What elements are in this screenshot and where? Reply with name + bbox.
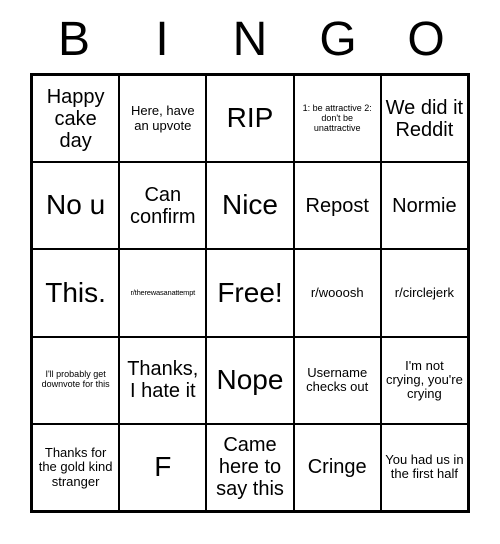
header-letter-i: I bbox=[118, 12, 206, 67]
bingo-cell[interactable]: Nice bbox=[206, 162, 293, 249]
bingo-cell[interactable]: We did it Reddit bbox=[381, 75, 468, 162]
bingo-cell[interactable]: Happy cake day bbox=[32, 75, 119, 162]
bingo-cell[interactable]: You had us in the first half bbox=[381, 424, 468, 511]
header-letter-o: O bbox=[382, 12, 470, 67]
bingo-grid: Happy cake day Here, have an upvote RIP … bbox=[30, 73, 470, 513]
bingo-cell[interactable]: r/circlejerk bbox=[381, 249, 468, 336]
bingo-cell[interactable]: r/therewasanattempt bbox=[119, 249, 206, 336]
bingo-cell[interactable]: No u bbox=[32, 162, 119, 249]
bingo-cell[interactable]: Normie bbox=[381, 162, 468, 249]
bingo-cell[interactable]: F bbox=[119, 424, 206, 511]
bingo-header-row: B I N G O bbox=[30, 12, 470, 67]
bingo-cell[interactable]: I'm not crying, you're crying bbox=[381, 337, 468, 424]
bingo-cell[interactable]: Can confirm bbox=[119, 162, 206, 249]
bingo-cell[interactable]: Came here to say this bbox=[206, 424, 293, 511]
bingo-cell[interactable]: This. bbox=[32, 249, 119, 336]
header-letter-n: N bbox=[206, 12, 294, 67]
bingo-cell-free[interactable]: Free! bbox=[206, 249, 293, 336]
header-letter-g: G bbox=[294, 12, 382, 67]
bingo-cell[interactable]: Cringe bbox=[294, 424, 381, 511]
bingo-cell[interactable]: 1: be attractive 2: don't be unattractiv… bbox=[294, 75, 381, 162]
bingo-cell[interactable]: Thanks, I hate it bbox=[119, 337, 206, 424]
bingo-cell[interactable]: RIP bbox=[206, 75, 293, 162]
bingo-cell[interactable]: r/wooosh bbox=[294, 249, 381, 336]
bingo-cell[interactable]: I'll probably get downvote for this bbox=[32, 337, 119, 424]
bingo-cell[interactable]: Nope bbox=[206, 337, 293, 424]
bingo-cell[interactable]: Repost bbox=[294, 162, 381, 249]
header-letter-b: B bbox=[30, 12, 118, 67]
bingo-cell[interactable]: Username checks out bbox=[294, 337, 381, 424]
bingo-cell[interactable]: Here, have an upvote bbox=[119, 75, 206, 162]
bingo-cell[interactable]: Thanks for the gold kind stranger bbox=[32, 424, 119, 511]
